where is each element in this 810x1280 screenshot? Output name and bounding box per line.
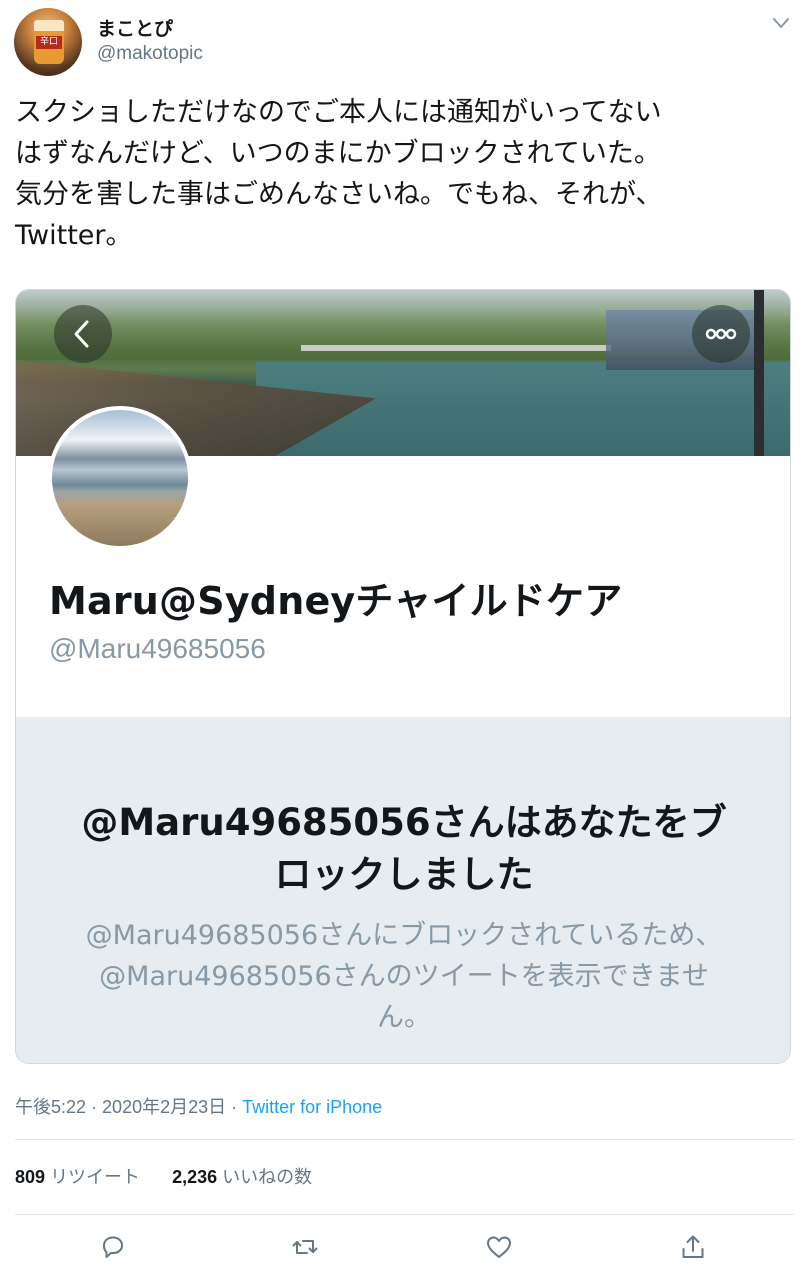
tweet-stats: 809 リツイート 2,236 いいねの数: [15, 1163, 312, 1189]
tweet-meta: 午後5:22 · 2020年2月23日 · Twitter for iPhone: [15, 1093, 382, 1119]
divider: [15, 1214, 795, 1215]
tweet-source-link[interactable]: Twitter for iPhone: [242, 1097, 382, 1117]
more-icon: [705, 328, 737, 340]
author-avatar[interactable]: 辛口: [14, 8, 82, 76]
tweet-text: スクショしただけなのでご本人には通知がいってない はずなんだけど、いつのまにかブ…: [15, 97, 663, 251]
retweet-label[interactable]: リツイート: [50, 1167, 140, 1187]
blocked-description: @Maru49685056さんにブロックされているため、@Maru4968505…: [85, 920, 723, 1033]
more-button[interactable]: [692, 305, 750, 363]
chevron-down-icon[interactable]: [770, 12, 792, 34]
tweet-header: 辛口 まことぴ @makotopic: [0, 0, 810, 90]
retweet-count[interactable]: 809: [15, 1167, 45, 1187]
tweet-time: 午後5:22: [15, 1097, 87, 1117]
meta-separator: ·: [86, 1097, 103, 1117]
avatar-label: 辛口: [36, 36, 62, 49]
author-name[interactable]: まことぴ: [97, 14, 173, 41]
blocked-notice: @Maru49685056さんはあなたをブロックしました @Maru496850…: [16, 717, 790, 1063]
profile-handle: @Maru49685056: [49, 633, 266, 664]
heart-icon[interactable]: [484, 1232, 514, 1262]
author-handle[interactable]: @makotopic: [97, 43, 203, 65]
banner-pole: [754, 290, 764, 456]
like-count[interactable]: 2,236: [172, 1167, 217, 1187]
like-label[interactable]: いいねの数: [222, 1167, 312, 1187]
profile-name: Maru@Sydneyチャイルドケア: [49, 579, 623, 623]
reply-icon[interactable]: [98, 1232, 128, 1262]
meta-separator-2: ·: [226, 1097, 243, 1117]
chevron-left-icon: [74, 320, 89, 348]
back-button[interactable]: [54, 305, 112, 363]
banner-jetty: [301, 345, 611, 351]
retweet-icon[interactable]: [290, 1232, 320, 1262]
tweet-date: 2020年2月23日: [102, 1097, 227, 1117]
share-icon[interactable]: [678, 1232, 708, 1262]
profile-avatar[interactable]: [48, 406, 192, 550]
blocked-title: @Maru49685056さんはあなたをブロックしました: [81, 801, 727, 896]
embedded-screenshot-card[interactable]: Maru@Sydneyチャイルドケア @Maru49685056 @Maru49…: [15, 289, 791, 1064]
divider: [15, 1139, 795, 1140]
tweet-actions: [0, 1232, 810, 1268]
